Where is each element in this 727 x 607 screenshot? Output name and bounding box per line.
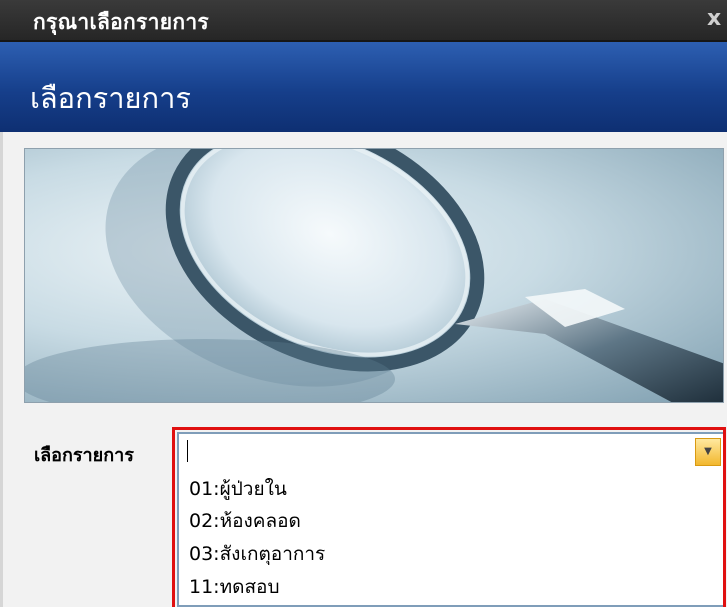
select-field-label: เลือกรายการ <box>34 445 134 466</box>
page-heading: เลือกรายการ <box>30 81 191 115</box>
text-caret <box>187 440 188 462</box>
chevron-down-icon: ▼ <box>704 446 712 457</box>
magnifying-glass-graphic <box>25 149 723 402</box>
header-banner: เลือกรายการ <box>0 42 727 132</box>
dropdown-button[interactable]: ▼ <box>695 438 721 466</box>
close-icon[interactable]: x <box>707 6 727 31</box>
list-item[interactable]: 01:ผู้ป่วยใน <box>189 474 287 504</box>
window-title: กรุณาเลือกรายการ <box>33 10 210 34</box>
dropdown-list: 01:ผู้ป่วยใน 02:ห้องคลอด 03:สังเกตุอาการ… <box>177 470 725 607</box>
list-item[interactable]: 02:ห้องคลอด <box>189 506 301 536</box>
window-titlebar: กรุณาเลือกรายการ x <box>0 0 727 42</box>
magnifying-glass-image <box>24 148 724 403</box>
list-item[interactable]: 03:สังเกตุอาการ <box>189 539 325 569</box>
item-combobox[interactable]: ▼ <box>177 432 725 472</box>
list-item[interactable]: 11:ทดสอบ <box>189 572 280 602</box>
